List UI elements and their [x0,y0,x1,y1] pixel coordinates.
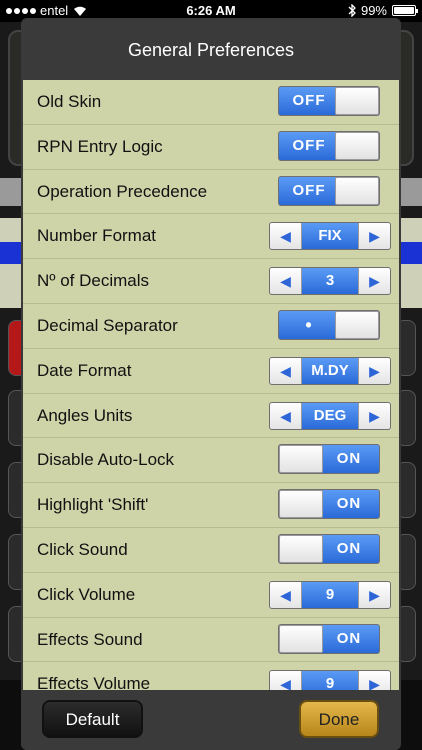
preference-row: RPN Entry Logic OFF [23,125,399,170]
preference-row: Operation Precedence OFF [23,170,399,215]
toggle-value: ON [336,495,362,513]
preference-stepper: ◀ M.DY ▶ [269,356,391,385]
preference-label: Effects Sound [37,629,143,649]
decrement-arrow-icon[interactable]: ◀ [270,581,302,608]
toggle-knob[interactable] [335,176,379,205]
preference-label: Highlight 'Shift' [37,495,149,515]
increment-arrow-icon[interactable]: ▶ [358,223,390,250]
toggle-value: OFF [292,136,326,154]
preference-toggle[interactable]: OFF [278,175,380,206]
preference-row: Click Volume ◀ 9 ▶ [23,573,399,618]
preference-label: Number Format [37,226,157,246]
preference-label: Click Sound [37,539,128,559]
stepper-value: FIX [318,227,342,245]
toggle-knob[interactable] [279,490,323,519]
preference-stepper: ◀ 3 ▶ [269,267,391,296]
toggle-knob[interactable] [279,445,323,474]
preference-row: Decimal Separator • [23,304,399,349]
toggle-knob[interactable] [335,87,379,115]
stepper-value: DEG [313,406,347,424]
toggle-value: ON [336,450,362,468]
preference-stepper: ◀ DEG ▶ [269,401,391,430]
preference-row: Angles Units ◀ DEG ▶ [23,394,399,439]
preference-row: Effects Volume ◀ 9 ▶ [23,662,399,690]
dialog-title: General Preferences [127,40,295,60]
preference-row: Effects Sound ON [23,618,399,663]
decrement-arrow-icon[interactable]: ◀ [270,357,302,384]
preference-label: Date Format [37,360,132,380]
preference-label: Decimal Separator [37,315,178,335]
preference-row: Old Skin OFF [23,80,399,125]
preference-stepper: ◀ FIX ▶ [269,222,391,251]
battery-percent: 99% [360,3,387,18]
decrement-arrow-icon[interactable]: ◀ [270,402,302,429]
bluetooth-icon [348,4,356,17]
increment-arrow-icon[interactable]: ▶ [358,671,390,690]
toggle-knob[interactable] [279,534,323,563]
stepper-value: 9 [325,675,335,690]
preference-row: Nº of Decimals ◀ 3 ▶ [23,259,399,304]
preference-label: Disable Auto-Lock [37,450,175,470]
stepper-value: M.DY [311,361,349,379]
preference-toggle[interactable]: ON [278,444,380,475]
increment-arrow-icon[interactable]: ▶ [358,268,390,295]
toggle-value: ON [336,629,362,647]
preference-label: Operation Precedence [37,181,208,201]
toggle-value: OFF [292,92,326,109]
preference-toggle[interactable]: • [278,309,380,340]
preference-toggle[interactable]: ON [278,489,380,520]
preference-label: Nº of Decimals [37,271,150,291]
preference-label: Click Volume [37,584,136,604]
preference-label: Effects Volume [37,674,151,690]
toggle-knob[interactable] [335,131,379,160]
increment-arrow-icon[interactable]: ▶ [358,581,390,608]
general-preferences-dialog: General Preferences Old Skin OFF RPN Entry… [21,18,401,750]
preference-row: Date Format ◀ M.DY ▶ [23,349,399,394]
stepper-value: 9 [325,585,335,603]
preferences-list[interactable]: Old Skin OFF RPN Entry Logic OFF Operation P… [23,80,399,690]
preference-toggle[interactable]: ON [278,533,380,564]
preference-row: Click Sound ON [23,528,399,573]
toggle-knob[interactable] [279,624,323,653]
preference-row: Highlight 'Shift' ON [23,483,399,528]
toggle-knob[interactable] [335,310,379,339]
default-button[interactable]: Default [42,700,143,738]
preference-stepper: ◀ 9 ▶ [269,580,391,609]
increment-arrow-icon[interactable]: ▶ [358,357,390,384]
preference-row: Disable Auto-Lock ON [23,438,399,484]
toggle-value: • [305,314,313,335]
status-right: 99% [348,3,418,18]
preference-toggle[interactable]: ON [278,623,380,654]
preference-toggle[interactable]: OFF [278,130,380,161]
toggle-value: OFF [292,181,326,199]
preference-row: Number Format ◀ FIX ▶ [23,214,399,260]
preference-label: Old Skin [37,92,102,111]
decrement-arrow-icon[interactable]: ◀ [270,223,302,250]
done-button[interactable]: Done [299,700,379,738]
preference-label: RPN Entry Logic [37,136,163,156]
preference-toggle[interactable]: OFF [278,86,380,116]
preference-stepper: ◀ 9 ▶ [269,670,391,690]
stepper-value: 3 [325,272,335,290]
battery-icon [392,5,418,16]
decrement-arrow-icon[interactable]: ◀ [270,268,302,295]
dialog-footer: Default Done [21,690,401,750]
increment-arrow-icon[interactable]: ▶ [358,402,390,429]
toggle-value: ON [336,539,362,557]
preference-label: Angles Units [37,405,133,425]
decrement-arrow-icon[interactable]: ◀ [270,671,302,690]
